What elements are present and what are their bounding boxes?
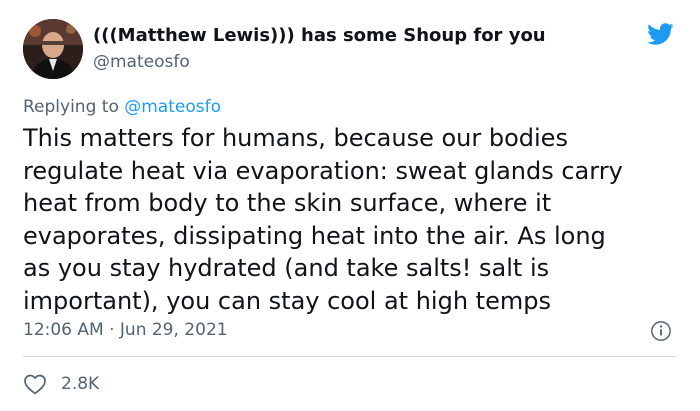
- reply-prefix: Replying to: [23, 97, 125, 117]
- like-button[interactable]: 2.8K: [23, 372, 99, 396]
- tweet-text-line: important), you can stay cool at high te…: [23, 286, 551, 315]
- display-name[interactable]: (((Matthew Lewis))) has some Shoup for y…: [93, 25, 546, 46]
- tweet-card: (((Matthew Lewis))) has some Shoup for y…: [0, 0, 700, 411]
- tweet-text: This matters for humans, because our bod…: [23, 122, 683, 317]
- like-count: 2.8K: [61, 374, 100, 394]
- avatar[interactable]: [23, 19, 83, 79]
- avatar-image: [23, 19, 83, 79]
- reply-mention-link[interactable]: @mateosfo: [124, 97, 221, 117]
- tweet-text-line: regulate heat via evaporation: sweat gla…: [23, 156, 623, 185]
- divider: [23, 356, 677, 357]
- tweet-timestamp[interactable]: 12:06 AM · Jun 29, 2021: [23, 320, 228, 340]
- user-handle[interactable]: @mateosfo: [93, 52, 190, 72]
- tweet-text-line: heat from body to the skin surface, wher…: [23, 189, 552, 217]
- twitter-bird-icon[interactable]: [644, 20, 676, 48]
- tweet-text-line: as you stay hydrated (and take salts! sa…: [23, 254, 550, 282]
- heart-icon[interactable]: [23, 373, 47, 395]
- tweet-text-line: This matters for humans, because our bod…: [23, 124, 568, 152]
- tweet-text-line: evaporates, dissipating heat into the ai…: [23, 221, 606, 250]
- reply-context: Replying to @mateosfo: [23, 97, 221, 117]
- info-icon[interactable]: [650, 320, 672, 342]
